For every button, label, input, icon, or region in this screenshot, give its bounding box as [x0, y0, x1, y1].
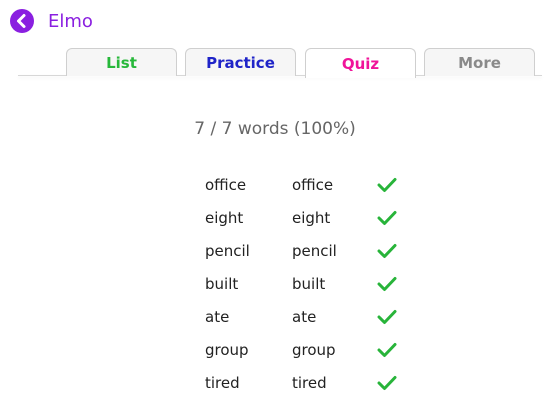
- user-answer: built: [292, 275, 326, 293]
- result-row: ate ate: [0, 302, 550, 332]
- user-answer: pencil: [292, 242, 337, 260]
- result-row: built built: [0, 269, 550, 299]
- checkmark-icon: [377, 310, 397, 324]
- tab-practice[interactable]: Practice: [185, 48, 296, 76]
- quiz-word: eight: [205, 209, 244, 227]
- tab-more[interactable]: More: [424, 48, 535, 76]
- checkmark-icon: [377, 244, 397, 258]
- checkmark-icon: [377, 178, 397, 192]
- checkmark-icon: [377, 211, 397, 225]
- user-answer: eight: [292, 209, 331, 227]
- quiz-word: built: [205, 275, 239, 293]
- header: Elmo: [10, 8, 93, 34]
- quiz-word: tired: [205, 374, 240, 392]
- quiz-word: group: [205, 341, 249, 359]
- result-row: office office: [0, 170, 550, 200]
- back-button[interactable]: [10, 9, 34, 33]
- result-row: tired tired: [0, 368, 550, 398]
- user-answer: tired: [292, 374, 327, 392]
- user-answer: ate: [292, 308, 317, 326]
- checkmark-icon: [377, 343, 397, 357]
- quiz-word: ate: [205, 308, 230, 326]
- result-row: pencil pencil: [0, 236, 550, 266]
- user-answer: group: [292, 341, 336, 359]
- result-row: group group: [0, 335, 550, 365]
- page-title: Elmo: [48, 10, 93, 32]
- quiz-word: pencil: [205, 242, 250, 260]
- user-answer: office: [292, 176, 334, 194]
- checkmark-icon: [377, 277, 397, 291]
- tab-quiz[interactable]: Quiz: [305, 48, 416, 78]
- back-arrow-circle-icon: [10, 9, 34, 33]
- tab-list[interactable]: List: [66, 48, 177, 76]
- result-row: eight eight: [0, 203, 550, 233]
- checkmark-icon: [377, 376, 397, 390]
- quiz-score: 7 / 7 words (100%): [194, 119, 356, 139]
- quiz-word: office: [205, 176, 247, 194]
